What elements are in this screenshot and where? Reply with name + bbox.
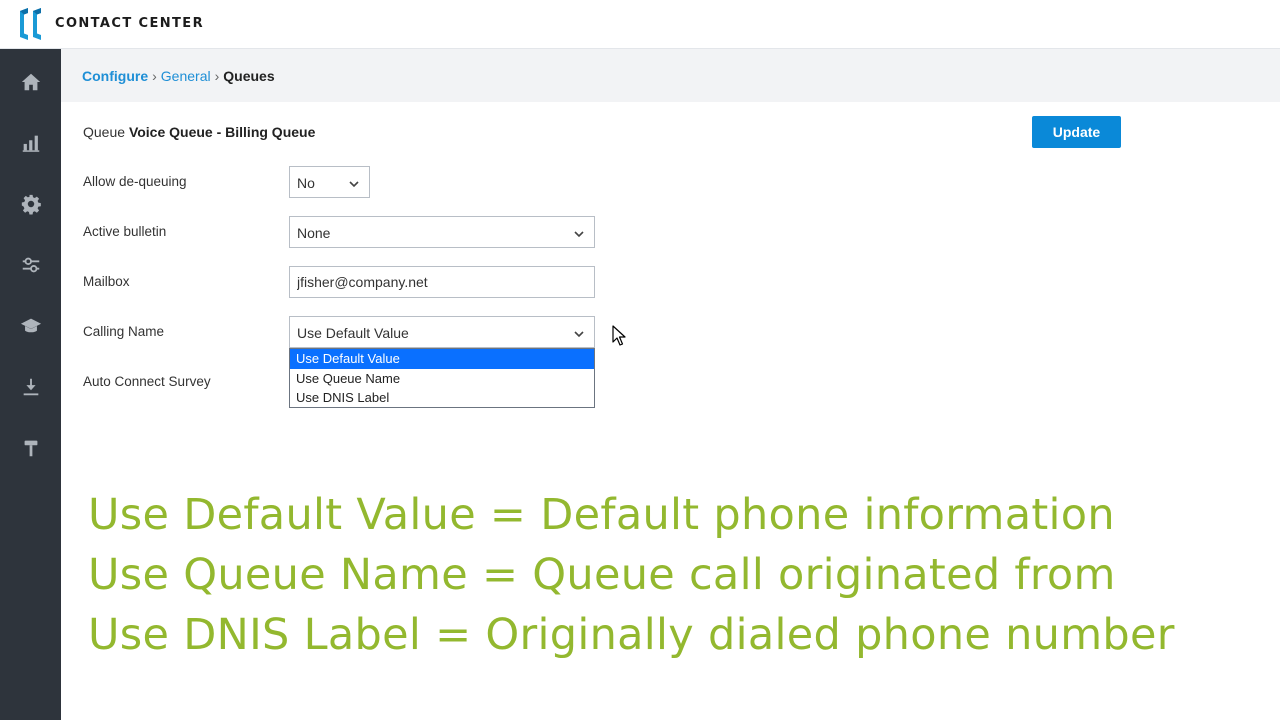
queue-name: Voice Queue - Billing Queue — [128, 124, 316, 140]
calling-name-option-queue-name[interactable]: Use Queue Name — [290, 369, 594, 389]
allow-dequeuing-label: Allow de-queuing — [83, 174, 187, 189]
active-bulletin-select[interactable]: None — [289, 216, 595, 248]
calling-name-label: Calling Name — [83, 324, 165, 339]
calling-name-option-dnis-label[interactable]: Use DNIS Label — [290, 388, 594, 408]
top-bar: CONTACT CENTER — [0, 0, 1280, 49]
hammer-icon — [24, 440, 37, 457]
contact-center-logo — [20, 8, 41, 40]
chevron-down-icon — [573, 227, 585, 239]
allow-dequeuing-select[interactable]: No — [289, 166, 370, 198]
calling-name-value: Use Default Value — [297, 325, 409, 341]
sidebar-item-reports[interactable] — [0, 123, 61, 163]
sidebar — [0, 49, 61, 720]
mailbox-label: Mailbox — [83, 274, 130, 289]
sidebar-item-tools[interactable] — [0, 428, 61, 468]
breadcrumb-separator: › — [214, 68, 220, 84]
chevron-down-icon — [348, 177, 360, 189]
sliders-icon — [22, 257, 39, 273]
calling-name-select[interactable]: Use Default Value — [289, 316, 595, 348]
download-icon — [23, 378, 38, 396]
active-bulletin-value: None — [297, 225, 331, 241]
sidebar-item-training[interactable] — [0, 306, 61, 346]
queue-prefix: Queue — [83, 124, 126, 140]
sidebar-item-home[interactable] — [0, 62, 61, 102]
calling-name-option-default[interactable]: Use Default Value — [290, 349, 594, 369]
sidebar-item-configure[interactable] — [0, 184, 61, 224]
page-title: Queue Voice Queue - Billing Queue — [83, 124, 315, 140]
mailbox-input[interactable] — [289, 266, 595, 298]
active-bulletin-label: Active bulletin — [83, 224, 167, 239]
breadcrumb-current: Queues — [223, 68, 275, 84]
sidebar-item-downloads[interactable] — [0, 367, 61, 407]
caption-line: Use DNIS Label = Originally dialed phone… — [88, 610, 1175, 660]
allow-dequeuing-value: No — [297, 175, 315, 191]
sidebar-item-settings[interactable] — [0, 245, 61, 285]
caption-line: Use Queue Name = Queue call originated f… — [88, 550, 1116, 600]
graduation-cap-icon — [20, 318, 41, 333]
breadcrumb: Configure › General › Queues — [82, 68, 275, 84]
gear-icon — [21, 194, 41, 215]
mouse-cursor-icon — [612, 325, 626, 346]
breadcrumb-separator: › — [152, 68, 157, 84]
update-button[interactable]: Update — [1032, 116, 1121, 148]
breadcrumb-general[interactable]: General — [161, 68, 211, 84]
calling-name-dropdown: Use Default Value Use Queue Name Use DNI… — [289, 348, 595, 408]
chevron-down-icon — [573, 327, 585, 339]
auto-connect-survey-label: Auto Connect Survey — [83, 374, 211, 389]
breadcrumb-configure[interactable]: Configure — [82, 68, 148, 84]
home-icon — [21, 73, 40, 91]
caption-line: Use Default Value = Default phone inform… — [88, 490, 1115, 540]
breadcrumb-bar: Configure › General › Queues — [61, 49, 1280, 102]
brand-name: CONTACT CENTER — [55, 16, 204, 31]
bar-chart-icon — [22, 135, 39, 152]
